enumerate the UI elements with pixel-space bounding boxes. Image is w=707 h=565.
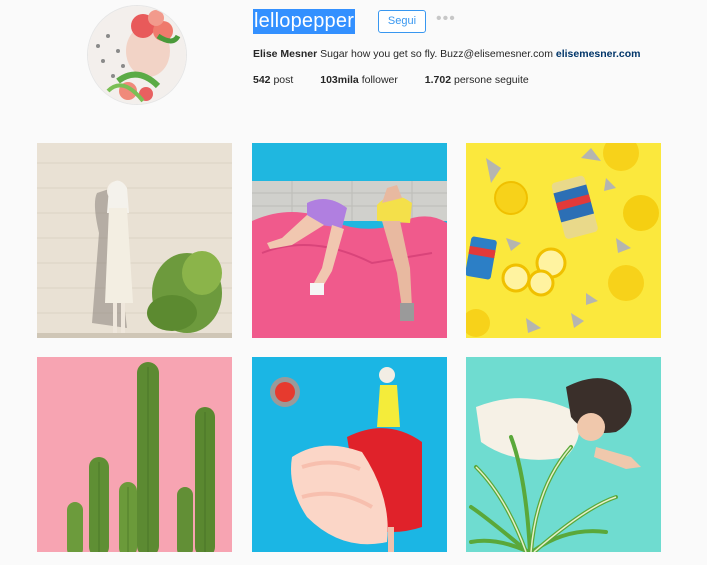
follow-button[interactable]: Segui	[378, 10, 426, 33]
post-tile-6[interactable]	[466, 357, 661, 552]
profile-full-name: Elise Mesner	[253, 48, 318, 60]
profile-website-link[interactable]: elisemesner.com	[556, 48, 641, 60]
avatar-image	[88, 6, 186, 104]
photo-red-skirt-blue-icon	[252, 357, 447, 552]
post-tile-4[interactable]	[37, 357, 232, 552]
stat-following[interactable]: 1.702 persone seguite	[425, 74, 529, 86]
post-tile-2[interactable]	[252, 143, 447, 338]
post-tile-5[interactable]	[252, 357, 447, 552]
stat-posts-value: 542	[253, 74, 271, 86]
stat-following-label: persone seguite	[454, 74, 529, 86]
stat-followers-value: 103mila	[320, 74, 359, 86]
stat-following-value: 1.702	[424, 74, 452, 86]
profile-bio-text: Sugar how you get so fly. Buzz@elisemesn…	[320, 48, 553, 60]
profile-stats: 542 post 103mila follower 1.702 persone …	[253, 74, 553, 86]
profile-username: lellopepper	[253, 9, 356, 34]
photo-legs-pink-cloth-icon	[252, 143, 447, 338]
more-options-icon[interactable]: •••	[436, 11, 456, 28]
stat-posts: 542 post	[253, 74, 293, 86]
photo-lemons-cans-icon	[466, 143, 661, 338]
photo-cactus-pink-icon	[37, 357, 232, 552]
photo-plant-turquoise-icon	[466, 357, 661, 552]
post-tile-1[interactable]	[37, 143, 232, 338]
stat-followers-label: follower	[361, 74, 398, 86]
profile-avatar[interactable]	[87, 5, 187, 105]
stat-posts-label: post	[273, 74, 294, 86]
post-tile-3[interactable]	[466, 143, 661, 338]
profile-bio: Elise Mesner Sugar how you get so fly. B…	[253, 48, 641, 60]
photo-girl-white-dress-icon	[37, 143, 232, 338]
stat-followers[interactable]: 103mila follower	[320, 74, 398, 86]
